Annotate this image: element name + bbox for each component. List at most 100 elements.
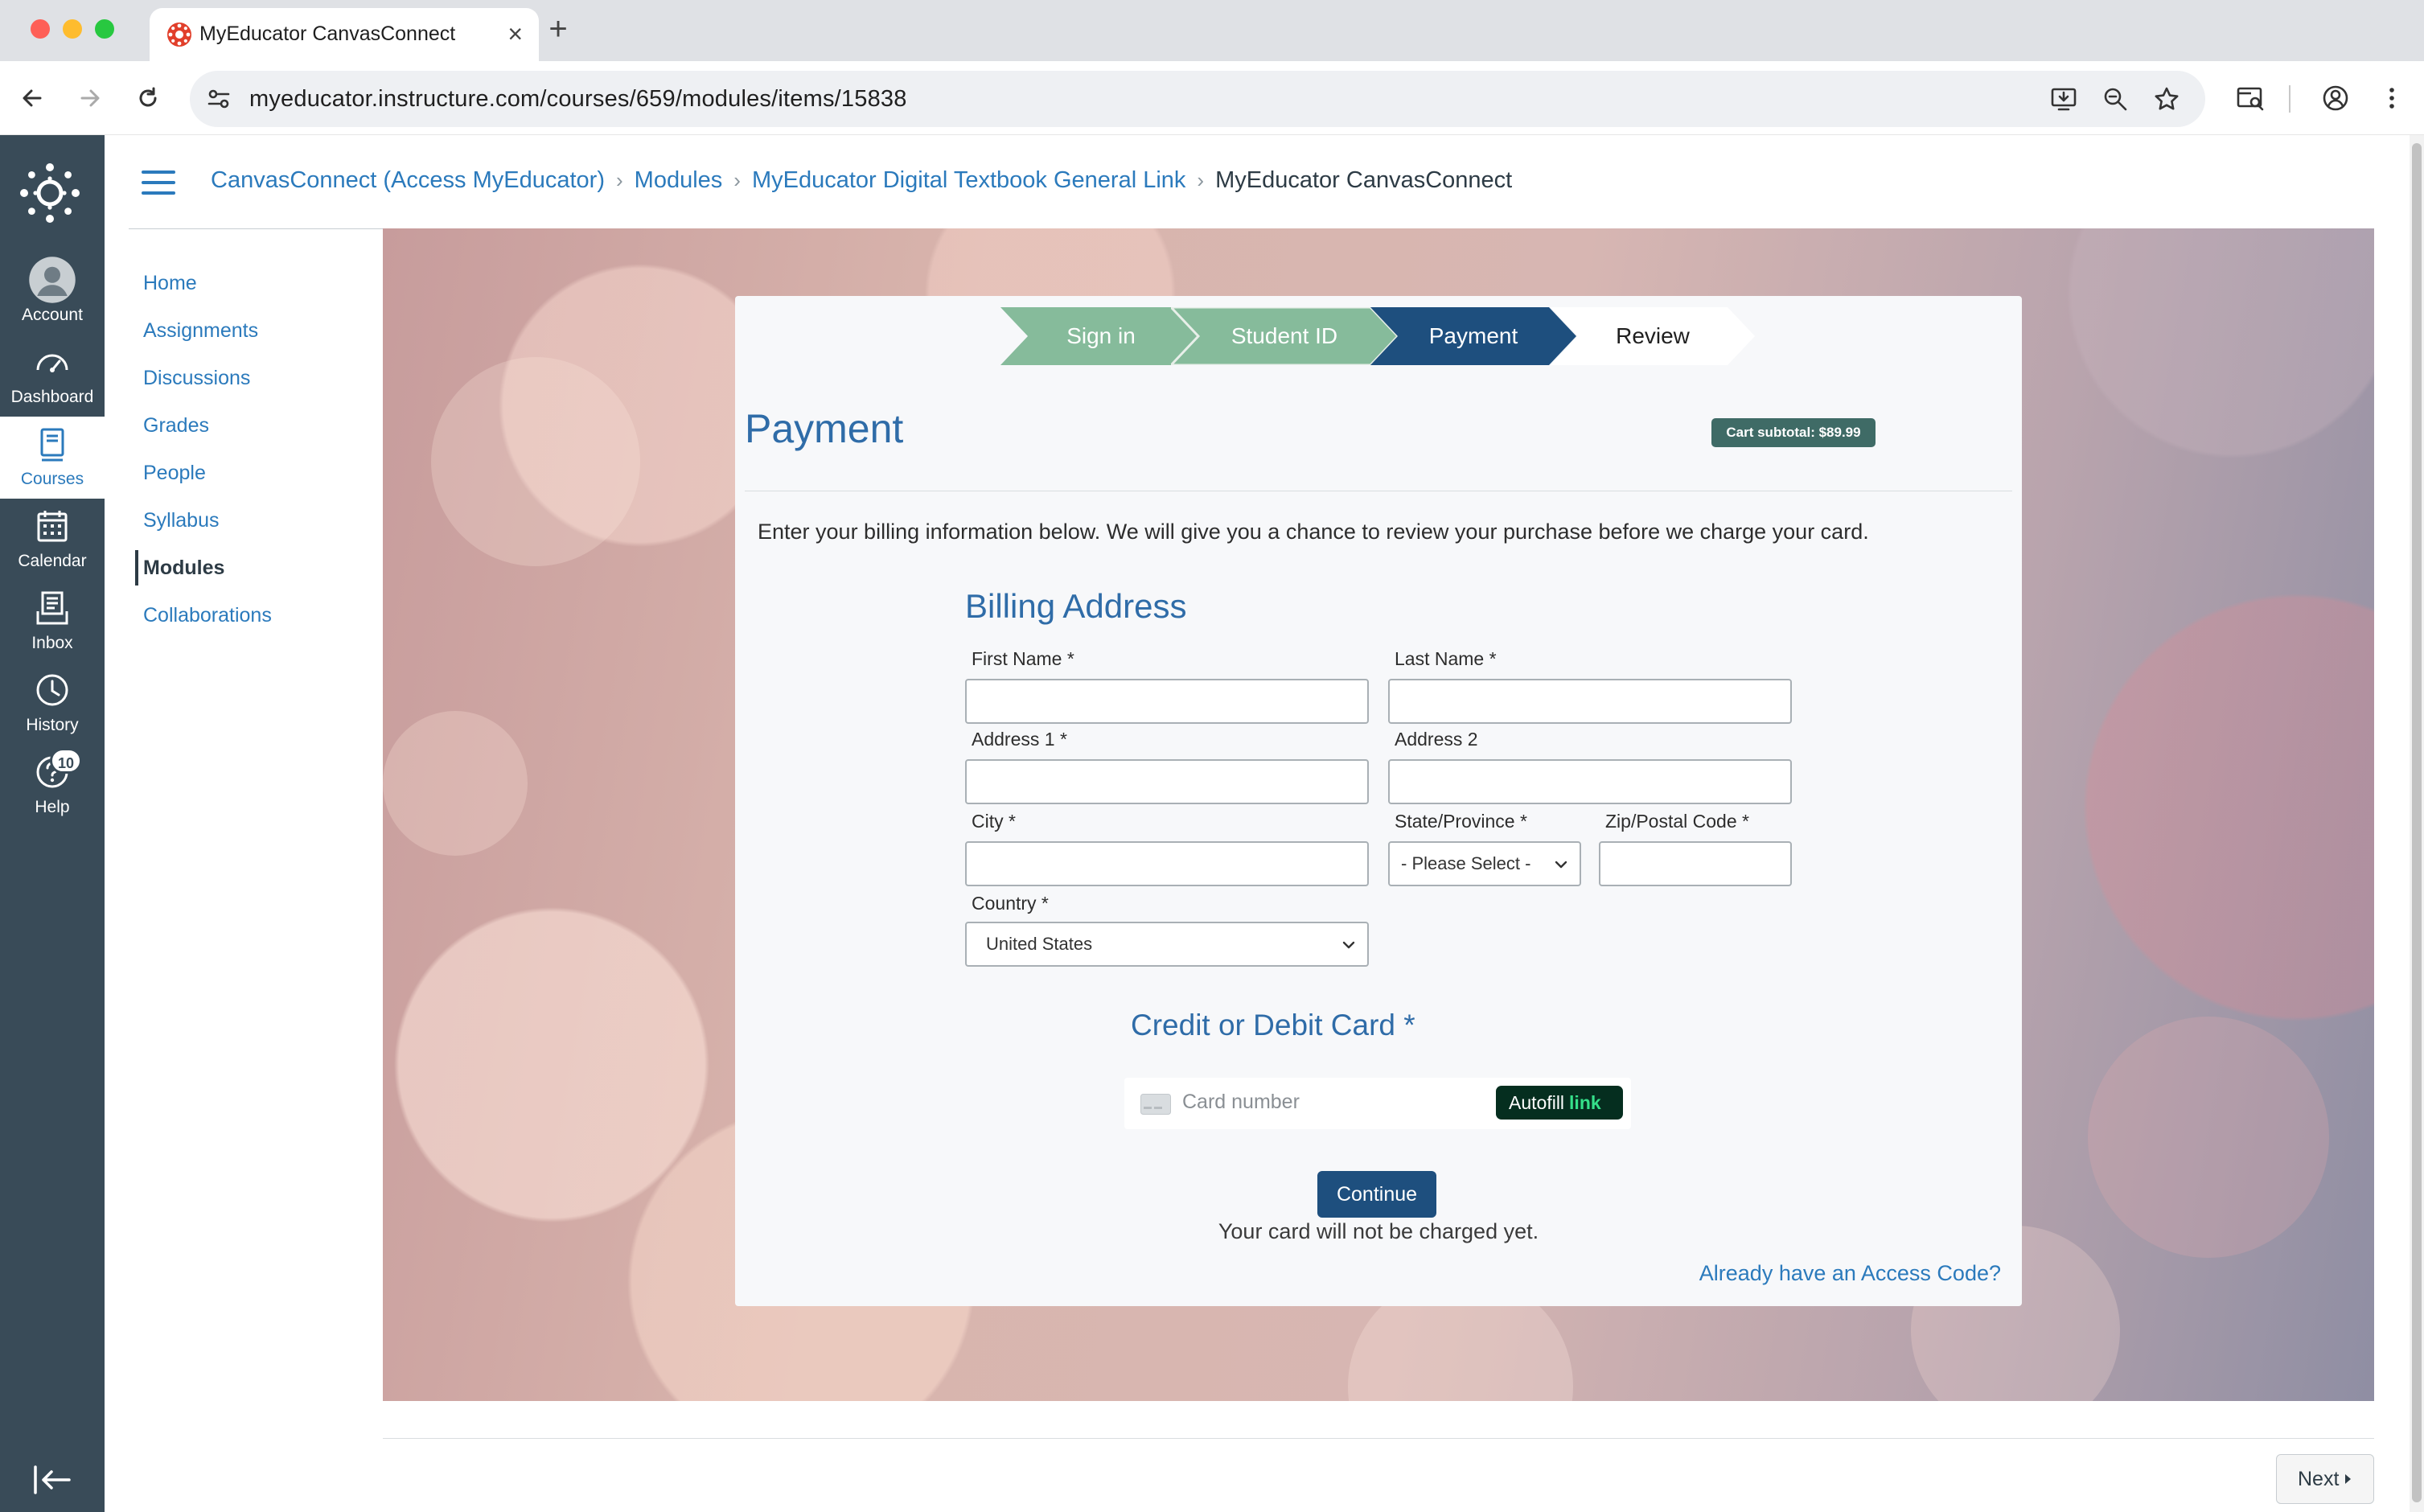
- card-number-field[interactable]: Card number Autofill link: [1124, 1078, 1631, 1129]
- browser-toolbar: myeducator.instructure.com/courses/659/m…: [0, 61, 2424, 135]
- canvas-favicon-icon: [167, 23, 191, 47]
- country-select-value: United States: [986, 934, 1093, 954]
- zip-field[interactable]: [1599, 841, 1792, 886]
- breadcrumb-chevron-icon: ›: [615, 168, 623, 192]
- scrollbar-thumb[interactable]: [2412, 143, 2422, 1502]
- caret-right-icon: [2345, 1474, 2352, 1484]
- breadcrumb-course-link[interactable]: CanvasConnect (Access MyEducator): [211, 167, 605, 194]
- billing-intro-text: Enter your billing information below. We…: [758, 520, 1869, 544]
- global-nav-help[interactable]: 10 Help: [0, 745, 105, 827]
- credit-card-icon: [1140, 1094, 1171, 1115]
- tab-close-icon[interactable]: ×: [507, 18, 523, 50]
- tab-search-icon[interactable]: [2229, 77, 2271, 119]
- address2-label: Address 2: [1395, 729, 1478, 750]
- toolbar-divider: [2289, 85, 2290, 113]
- card-section-heading: Credit or Debit Card *: [1131, 1009, 1415, 1042]
- history-clock-icon: [36, 674, 68, 706]
- course-nav-modules[interactable]: Modules: [135, 550, 224, 585]
- canvas-global-nav: Account Dashboard Courses Calendar Inbox…: [0, 135, 105, 1512]
- tab-title: MyEducator CanvasConnect: [199, 23, 456, 45]
- course-nav-assignments[interactable]: Assignments: [135, 313, 258, 348]
- global-nav-inbox[interactable]: Inbox: [0, 581, 105, 663]
- no-charge-note: Your card will not be charged yet.: [1218, 1219, 1539, 1243]
- address-bar[interactable]: myeducator.instructure.com/courses/659/m…: [190, 71, 2205, 127]
- address1-field[interactable]: [965, 759, 1369, 804]
- collapse-nav-icon[interactable]: [31, 1462, 74, 1498]
- course-nav-syllabus[interactable]: Syllabus: [135, 503, 220, 538]
- course-nav-home[interactable]: Home: [135, 265, 197, 301]
- city-label: City *: [972, 811, 1016, 832]
- state-select-value: - Please Select -: [1401, 853, 1531, 873]
- forward-arrow-icon[interactable]: [69, 77, 111, 119]
- course-menu-toggle-icon[interactable]: [142, 171, 175, 196]
- course-nav-collaborations[interactable]: Collaborations: [135, 598, 272, 633]
- bokeh-circle: [383, 711, 528, 856]
- global-nav-dashboard[interactable]: Dashboard: [0, 335, 105, 417]
- page-title: Payment: [745, 406, 904, 451]
- breadcrumb-modules-link[interactable]: Modules: [635, 167, 723, 194]
- canvas-logo-icon[interactable]: [19, 162, 80, 224]
- step-student-id: Student ID: [1171, 307, 1398, 365]
- course-nav-people[interactable]: People: [135, 455, 206, 491]
- back-arrow-icon[interactable]: [11, 77, 53, 119]
- billing-address-heading: Billing Address: [965, 587, 1187, 625]
- bokeh-circle: [431, 357, 640, 566]
- account-avatar-icon: [29, 257, 76, 303]
- step-review: Review: [1551, 307, 1755, 365]
- dashboard-gauge-icon: [36, 354, 68, 372]
- global-nav-calendar[interactable]: Calendar: [0, 499, 105, 581]
- autofill-link-button[interactable]: Autofill link: [1496, 1086, 1623, 1120]
- country-select[interactable]: United States: [965, 922, 1369, 967]
- country-label: Country *: [972, 893, 1049, 914]
- breadcrumb-item-link[interactable]: MyEducator Digital Textbook General Link: [752, 167, 1185, 194]
- step-payment: Payment: [1370, 307, 1576, 365]
- first-name-label: First Name *: [972, 648, 1074, 669]
- global-nav-account[interactable]: Account: [0, 253, 105, 335]
- chevron-down-icon: [1342, 941, 1355, 949]
- cart-subtotal-badge: Cart subtotal: $89.99: [1711, 418, 1876, 447]
- breadcrumb-chevron-icon: ›: [1197, 168, 1205, 192]
- breadcrumb-chevron-icon: ›: [733, 168, 741, 192]
- address1-label: Address 1 *: [972, 729, 1067, 750]
- next-button[interactable]: Next: [2276, 1454, 2374, 1504]
- city-field[interactable]: [965, 841, 1369, 886]
- reload-icon[interactable]: [127, 77, 169, 119]
- breadcrumb-current: MyEducator CanvasConnect: [1215, 167, 1513, 193]
- bokeh-circle: [2088, 1017, 2329, 1258]
- last-name-field[interactable]: [1388, 679, 1792, 724]
- new-tab-icon[interactable]: +: [540, 11, 576, 47]
- window-close-button[interactable]: [31, 19, 50, 39]
- zoom-icon[interactable]: [2099, 83, 2131, 115]
- profile-icon[interactable]: [2315, 77, 2356, 119]
- footer-divider: [383, 1438, 2374, 1439]
- browser-tab-bar: MyEducator CanvasConnect × +: [0, 0, 2424, 61]
- state-select[interactable]: - Please Select -: [1388, 841, 1581, 886]
- bookmark-star-icon[interactable]: [2151, 83, 2183, 115]
- window-minimize-button[interactable]: [63, 19, 82, 39]
- install-app-icon[interactable]: [2048, 83, 2080, 115]
- global-nav-history[interactable]: History: [0, 663, 105, 745]
- first-name-field[interactable]: [965, 679, 1369, 724]
- address2-field[interactable]: [1388, 759, 1792, 804]
- last-name-label: Last Name *: [1395, 648, 1497, 669]
- chevron-down-icon: [1555, 861, 1567, 869]
- calendar-icon: [37, 511, 68, 542]
- window-zoom-button[interactable]: [95, 19, 114, 39]
- continue-button[interactable]: Continue: [1317, 1171, 1436, 1218]
- access-code-link[interactable]: Already have an Access Code?: [1699, 1261, 2001, 1286]
- url-text: myeducator.instructure.com/courses/659/m…: [249, 86, 907, 112]
- browser-tab-active[interactable]: MyEducator CanvasConnect ×: [150, 8, 539, 61]
- inbox-icon: [36, 591, 68, 625]
- courses-book-icon: [40, 428, 64, 462]
- checkout-progress-steps: Sign in Student ID Payment Review: [1000, 307, 1773, 365]
- browser-menu-icon[interactable]: [2371, 77, 2413, 119]
- page-scrollbar[interactable]: [2410, 135, 2424, 1512]
- global-nav-courses[interactable]: Courses: [0, 417, 105, 499]
- course-nav-discussions[interactable]: Discussions: [135, 360, 250, 396]
- zip-label: Zip/Postal Code *: [1605, 811, 1749, 832]
- state-label: State/Province *: [1395, 811, 1527, 832]
- card-number-placeholder: Card number: [1182, 1091, 1300, 1113]
- help-notification-badge: 10: [50, 748, 82, 774]
- site-settings-icon[interactable]: [204, 84, 233, 113]
- course-nav-grades[interactable]: Grades: [135, 408, 209, 443]
